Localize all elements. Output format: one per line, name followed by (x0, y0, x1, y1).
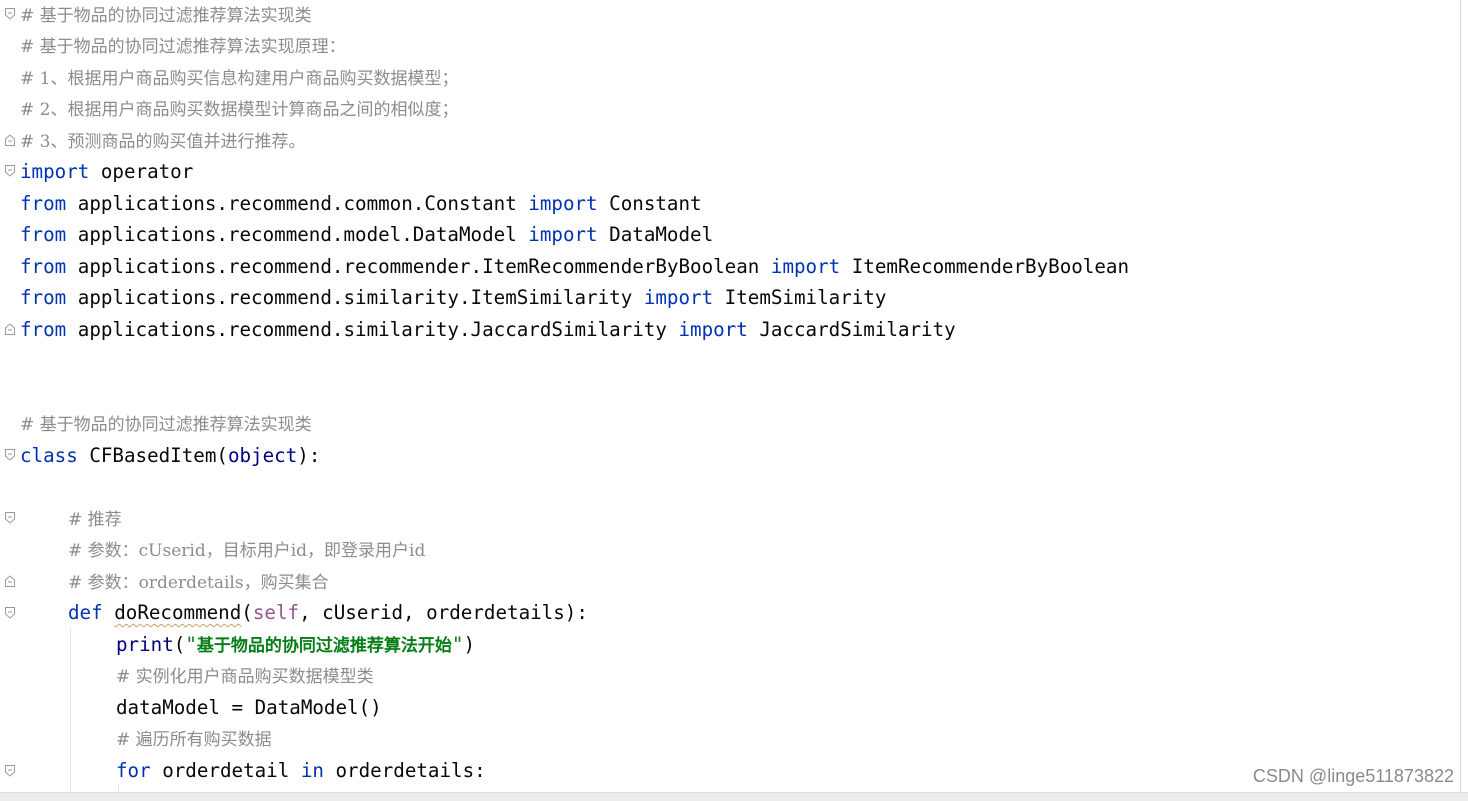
code-line-10: from applications.recommend.similarity.I… (20, 286, 887, 309)
fold-open-icon[interactable] (5, 512, 15, 524)
code-line-15: class CFBasedItem(object): (20, 444, 321, 467)
fold-close-icon[interactable] (5, 323, 15, 335)
fold-open-icon[interactable] (5, 607, 15, 619)
fold-open-icon[interactable] (5, 165, 15, 177)
code-line-22: # 实例化用户商品购买数据模型类 (116, 667, 374, 687)
code-line-4: # 2、根据用户商品购买数据模型计算商品之间的相似度； (20, 100, 459, 120)
code-line-18: # 参数：cUserid，目标用户id，即登录用户id (68, 541, 426, 561)
editor-gutter (0, 0, 20, 792)
code-line-9: from applications.recommend.recommender.… (20, 255, 1129, 278)
code-line-25: for orderdetail in orderdetails: (116, 759, 486, 782)
code-line-19: # 参数：orderdetails，购买集合 (68, 573, 329, 593)
code-editor[interactable]: # 基于物品的协同过滤推荐算法实现类 # 基于物品的协同过滤推荐算法实现原理： … (0, 0, 1460, 792)
fold-open-icon[interactable] (5, 765, 15, 777)
code-line-2: # 基于物品的协同过滤推荐算法实现原理： (20, 37, 346, 57)
code-line-8: from applications.recommend.model.DataMo… (20, 223, 714, 246)
code-line-21: print("基于物品的协同过滤推荐算法开始") (116, 633, 476, 656)
code-line-20: def doRecommend(self, cUserid, orderdeta… (68, 601, 588, 624)
code-line-1: # 基于物品的协同过滤推荐算法实现类 (20, 6, 312, 26)
indent-guide (70, 628, 71, 792)
code-line-24: # 遍历所有购买数据 (116, 730, 272, 750)
code-line-3: # 1、根据用户商品购买信息构建用户商品购买数据模型； (20, 69, 459, 89)
fold-open-icon[interactable] (5, 8, 15, 20)
watermark-text: CSDN @linge511873822 (1252, 766, 1454, 786)
code-line-11: from applications.recommend.similarity.J… (20, 318, 956, 341)
code-line-14: # 基于物品的协同过滤推荐算法实现类 (20, 415, 312, 435)
indent-guide (118, 785, 119, 792)
editor-right-border (1460, 0, 1461, 792)
code-line-23: dataModel = DataModel() (116, 696, 382, 719)
fold-close-icon[interactable] (5, 575, 15, 587)
fold-open-icon[interactable] (5, 449, 15, 461)
code-line-17: # 推荐 (68, 510, 122, 530)
fold-close-icon[interactable] (5, 134, 15, 146)
code-line-6: import operator (20, 160, 194, 183)
code-line-5: # 3、预测商品的购买值并进行推荐。 (20, 132, 306, 152)
code-line-7: from applications.recommend.common.Const… (20, 192, 702, 215)
